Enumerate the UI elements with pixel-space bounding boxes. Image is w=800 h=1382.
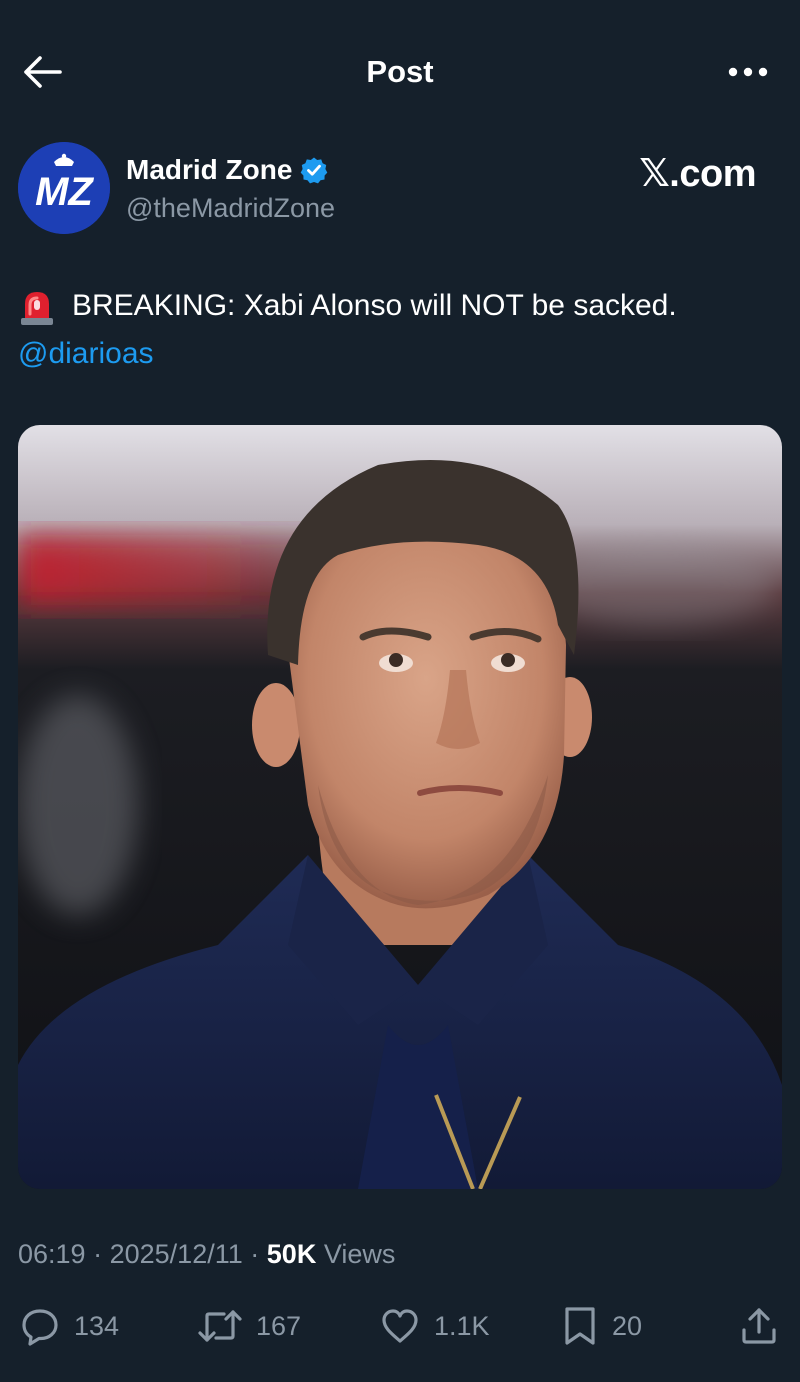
repost-count: 167 (256, 1310, 302, 1341)
views-label: Views (323, 1239, 396, 1269)
share-icon (742, 1308, 776, 1344)
x-com-watermark: 𝕏.com (639, 153, 756, 195)
verified-badge-icon (301, 157, 328, 184)
bookmark-button[interactable]: 20 (562, 1300, 642, 1352)
like-count: 1.1K (434, 1310, 490, 1341)
bookmark-icon (565, 1307, 595, 1345)
mention-link[interactable]: @diarioas (18, 337, 154, 370)
display-name-row[interactable]: Madrid Zone (126, 153, 328, 187)
madrid-zone-logo: MZ (18, 142, 110, 234)
reply-button[interactable]: 134 (20, 1300, 119, 1352)
repost-button[interactable]: 167 (198, 1300, 301, 1352)
police-siren-icon (21, 292, 53, 325)
tweet-photo[interactable] (18, 425, 782, 1189)
share-button[interactable] (740, 1300, 778, 1352)
post-time: 06:19 (18, 1239, 86, 1269)
photo-illustration (18, 425, 782, 1189)
views-count[interactable]: 50K (267, 1239, 317, 1269)
like-button[interactable]: 1.1K (380, 1300, 490, 1352)
meta-separator: · (93, 1239, 103, 1269)
bookmark-count: 20 (612, 1310, 643, 1341)
repost-icon (198, 1310, 242, 1342)
reply-icon (22, 1309, 58, 1346)
heart-icon (382, 1309, 418, 1343)
author-block: MZ Madrid Zone @theMadridZone 𝕏.com (18, 142, 782, 234)
top-bar: Post (0, 0, 800, 140)
reply-count: 134 (74, 1310, 120, 1341)
avatar[interactable]: MZ (18, 142, 110, 234)
avatar-text: MZ (35, 170, 94, 214)
post-meta: 06:19 · 2025/12/11 · 50K Views (18, 1236, 395, 1272)
author-handle[interactable]: @theMadridZone (126, 192, 335, 224)
page-title: Post (366, 54, 434, 89)
tweet-text: BREAKING: Xabi Alonso will NOT be sacked… (18, 282, 782, 378)
tweet-body: BREAKING: Xabi Alonso will NOT be sacked… (72, 289, 677, 322)
action-bar: 134 167 1.1K 20 (0, 1300, 800, 1352)
tweet-line: BREAKING: Xabi Alonso will NOT be sacked… (18, 282, 782, 330)
more-options-button[interactable] (726, 54, 770, 90)
display-name[interactable]: Madrid Zone (126, 153, 292, 187)
post-date: 2025/12/11 (109, 1239, 243, 1269)
meta-separator: · (250, 1239, 260, 1269)
more-horizontal-icon (728, 67, 768, 77)
